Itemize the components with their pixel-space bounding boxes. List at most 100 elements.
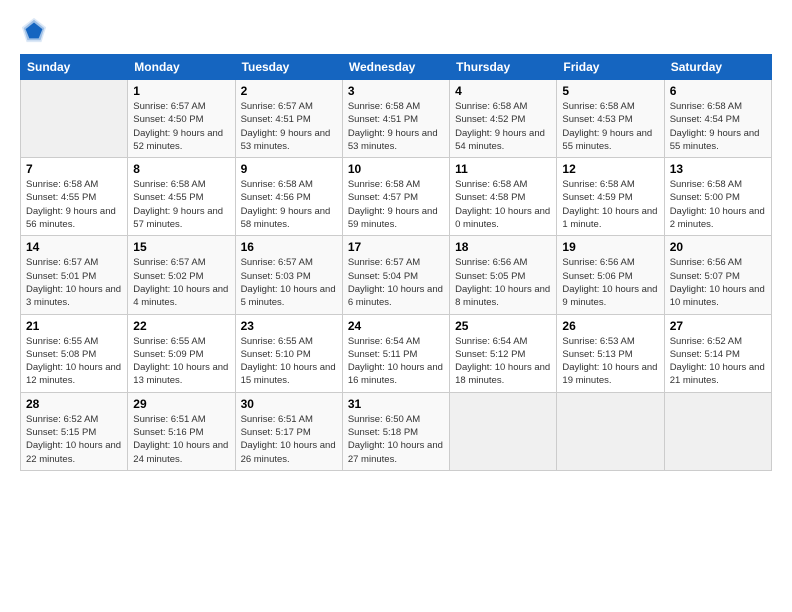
- day-cell: 18Sunrise: 6:56 AMSunset: 5:05 PMDayligh…: [450, 236, 557, 314]
- day-info: Sunrise: 6:55 AMSunset: 5:09 PMDaylight:…: [133, 335, 229, 388]
- day-cell: 5Sunrise: 6:58 AMSunset: 4:53 PMDaylight…: [557, 80, 664, 158]
- day-cell: 29 Sunrise: 6:51 AMSunset: 5:16 PMDayligh…: [128, 392, 235, 470]
- day-number: 14: [26, 240, 122, 254]
- day-number: 17: [348, 240, 444, 254]
- day-number: 22: [133, 319, 229, 333]
- day-cell: 25 Sunrise: 6:54 AMSunset: 5:12 PMDayligh…: [450, 314, 557, 392]
- day-cell: [21, 80, 128, 158]
- day-info: Sunrise: 6:55 AMSunset: 5:10 PMDaylight:…: [241, 335, 337, 388]
- day-info: Sunrise: 6:51 AMSunset: 5:17 PMDaylight:…: [241, 413, 337, 466]
- day-info: Sunrise: 6:53 AMSunset: 5:13 PMDaylight:…: [562, 335, 658, 388]
- day-cell: 26Sunrise: 6:53 AMSunset: 5:13 PMDayligh…: [557, 314, 664, 392]
- calendar-table: SundayMondayTuesdayWednesdayThursdayFrid…: [20, 54, 772, 471]
- day-cell: 23 Sunrise: 6:55 AMSunset: 5:10 PMDayligh…: [235, 314, 342, 392]
- day-cell: 16Sunrise: 6:57 AMSunset: 5:03 PMDayligh…: [235, 236, 342, 314]
- weekday-header-thursday: Thursday: [450, 55, 557, 80]
- day-info: Sunrise: 6:52 AMSunset: 5:15 PMDaylight:…: [26, 413, 122, 466]
- week-row-4: 21 Sunrise: 6:55 AMSunset: 5:08 PMDayligh…: [21, 314, 772, 392]
- day-cell: 14 Sunrise: 6:57 AMSunset: 5:01 PMDayligh…: [21, 236, 128, 314]
- page: SundayMondayTuesdayWednesdayThursdayFrid…: [0, 0, 792, 481]
- day-info: Sunrise: 6:57 AMSunset: 4:51 PMDaylight:…: [241, 100, 337, 153]
- day-number: 27: [670, 319, 766, 333]
- day-info: Sunrise: 6:56 AMSunset: 5:07 PMDaylight:…: [670, 256, 766, 309]
- header: [20, 16, 772, 44]
- day-info: Sunrise: 6:58 AMSunset: 4:57 PMDaylight:…: [348, 178, 444, 231]
- logo-icon: [20, 16, 48, 44]
- day-info: Sunrise: 6:58 AMSunset: 4:58 PMDaylight:…: [455, 178, 551, 231]
- day-cell: 4 Sunrise: 6:58 AMSunset: 4:52 PMDaylight…: [450, 80, 557, 158]
- day-info: Sunrise: 6:54 AMSunset: 5:11 PMDaylight:…: [348, 335, 444, 388]
- day-number: 19: [562, 240, 658, 254]
- day-number: 8: [133, 162, 229, 176]
- day-number: 16: [241, 240, 337, 254]
- day-number: 20: [670, 240, 766, 254]
- day-cell: 2 Sunrise: 6:57 AMSunset: 4:51 PMDaylight…: [235, 80, 342, 158]
- day-info: Sunrise: 6:52 AMSunset: 5:14 PMDaylight:…: [670, 335, 766, 388]
- day-cell: 30 Sunrise: 6:51 AMSunset: 5:17 PMDayligh…: [235, 392, 342, 470]
- day-cell: 13 Sunrise: 6:58 AMSunset: 5:00 PMDayligh…: [664, 158, 771, 236]
- day-cell: 22 Sunrise: 6:55 AMSunset: 5:09 PMDayligh…: [128, 314, 235, 392]
- day-cell: 19 Sunrise: 6:56 AMSunset: 5:06 PMDayligh…: [557, 236, 664, 314]
- day-number: 15: [133, 240, 229, 254]
- day-info: Sunrise: 6:54 AMSunset: 5:12 PMDaylight:…: [455, 335, 551, 388]
- day-number: 7: [26, 162, 122, 176]
- day-number: 3: [348, 84, 444, 98]
- day-info: Sunrise: 6:56 AMSunset: 5:06 PMDaylight:…: [562, 256, 658, 309]
- day-cell: 28 Sunrise: 6:52 AMSunset: 5:15 PMDayligh…: [21, 392, 128, 470]
- day-cell: 27 Sunrise: 6:52 AMSunset: 5:14 PMDayligh…: [664, 314, 771, 392]
- day-cell: 1 Sunrise: 6:57 AMSunset: 4:50 PMDaylight…: [128, 80, 235, 158]
- day-info: Sunrise: 6:58 AMSunset: 5:00 PMDaylight:…: [670, 178, 766, 231]
- day-number: 1: [133, 84, 229, 98]
- day-number: 6: [670, 84, 766, 98]
- weekday-header-friday: Friday: [557, 55, 664, 80]
- weekday-header-wednesday: Wednesday: [342, 55, 449, 80]
- day-cell: 31Sunrise: 6:50 AMSunset: 5:18 PMDayligh…: [342, 392, 449, 470]
- logo: [20, 16, 52, 44]
- day-number: 30: [241, 397, 337, 411]
- day-cell: 8 Sunrise: 6:58 AMSunset: 4:55 PMDaylight…: [128, 158, 235, 236]
- day-info: Sunrise: 6:58 AMSunset: 4:52 PMDaylight:…: [455, 100, 551, 153]
- day-cell: 9Sunrise: 6:58 AMSunset: 4:56 PMDaylight…: [235, 158, 342, 236]
- day-cell: [664, 392, 771, 470]
- day-info: Sunrise: 6:57 AMSunset: 5:01 PMDaylight:…: [26, 256, 122, 309]
- day-number: 28: [26, 397, 122, 411]
- day-number: 12: [562, 162, 658, 176]
- day-cell: [450, 392, 557, 470]
- day-number: 11: [455, 162, 551, 176]
- day-number: 13: [670, 162, 766, 176]
- day-info: Sunrise: 6:58 AMSunset: 4:55 PMDaylight:…: [133, 178, 229, 231]
- day-cell: 20 Sunrise: 6:56 AMSunset: 5:07 PMDayligh…: [664, 236, 771, 314]
- day-cell: 15 Sunrise: 6:57 AMSunset: 5:02 PMDayligh…: [128, 236, 235, 314]
- day-info: Sunrise: 6:51 AMSunset: 5:16 PMDaylight:…: [133, 413, 229, 466]
- day-number: 29: [133, 397, 229, 411]
- day-cell: 10 Sunrise: 6:58 AMSunset: 4:57 PMDayligh…: [342, 158, 449, 236]
- day-cell: [557, 392, 664, 470]
- day-cell: 6 Sunrise: 6:58 AMSunset: 4:54 PMDaylight…: [664, 80, 771, 158]
- header-row: SundayMondayTuesdayWednesdayThursdayFrid…: [21, 55, 772, 80]
- day-number: 10: [348, 162, 444, 176]
- weekday-header-tuesday: Tuesday: [235, 55, 342, 80]
- day-number: 23: [241, 319, 337, 333]
- day-number: 2: [241, 84, 337, 98]
- day-info: Sunrise: 6:57 AMSunset: 5:02 PMDaylight:…: [133, 256, 229, 309]
- day-number: 4: [455, 84, 551, 98]
- day-cell: 17 Sunrise: 6:57 AMSunset: 5:04 PMDayligh…: [342, 236, 449, 314]
- week-row-5: 28 Sunrise: 6:52 AMSunset: 5:15 PMDayligh…: [21, 392, 772, 470]
- day-info: Sunrise: 6:58 AMSunset: 4:51 PMDaylight:…: [348, 100, 444, 153]
- week-row-1: 1 Sunrise: 6:57 AMSunset: 4:50 PMDaylight…: [21, 80, 772, 158]
- day-cell: 21 Sunrise: 6:55 AMSunset: 5:08 PMDayligh…: [21, 314, 128, 392]
- day-info: Sunrise: 6:57 AMSunset: 5:04 PMDaylight:…: [348, 256, 444, 309]
- day-cell: 12 Sunrise: 6:58 AMSunset: 4:59 PMDayligh…: [557, 158, 664, 236]
- day-info: Sunrise: 6:55 AMSunset: 5:08 PMDaylight:…: [26, 335, 122, 388]
- week-row-2: 7 Sunrise: 6:58 AMSunset: 4:55 PMDaylight…: [21, 158, 772, 236]
- weekday-header-sunday: Sunday: [21, 55, 128, 80]
- day-info: Sunrise: 6:58 AMSunset: 4:54 PMDaylight:…: [670, 100, 766, 153]
- day-info: Sunrise: 6:57 AMSunset: 4:50 PMDaylight:…: [133, 100, 229, 153]
- day-info: Sunrise: 6:56 AMSunset: 5:05 PMDaylight:…: [455, 256, 551, 309]
- day-cell: 11 Sunrise: 6:58 AMSunset: 4:58 PMDayligh…: [450, 158, 557, 236]
- day-number: 21: [26, 319, 122, 333]
- day-info: Sunrise: 6:58 AMSunset: 4:59 PMDaylight:…: [562, 178, 658, 231]
- weekday-header-saturday: Saturday: [664, 55, 771, 80]
- day-number: 9: [241, 162, 337, 176]
- day-number: 25: [455, 319, 551, 333]
